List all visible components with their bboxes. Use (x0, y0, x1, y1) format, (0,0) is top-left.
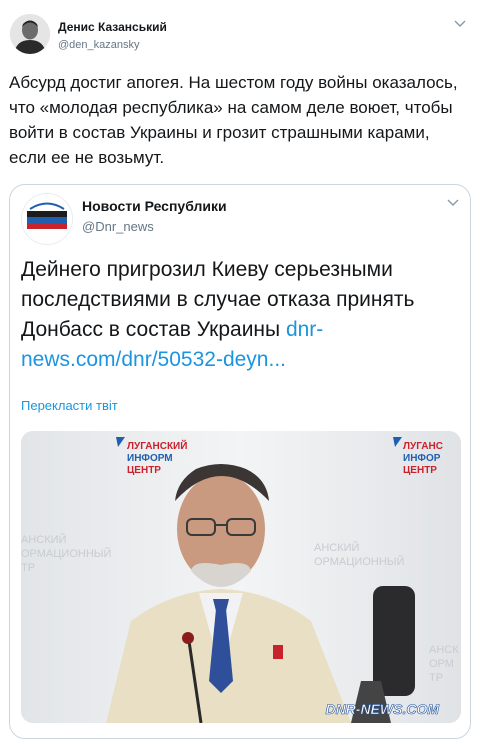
watermark-left-2: ОРМАЦИОННЫЙ (21, 547, 111, 560)
chair (373, 586, 415, 696)
watermark-left-3: ТР (21, 562, 35, 574)
quoted-author-name[interactable]: Новости Республики (82, 198, 227, 214)
quoted-tweet-text: Дейнего пригрозил Киеву серьезными после… (21, 255, 461, 375)
quoted-photo[interactable]: ЛУГАНСКИЙ ИНФОРМ ЦЕНТР ЛУГАНС ИНФОР ЦЕНТ… (21, 431, 461, 723)
dnr-logo-icon (22, 194, 72, 244)
quoted-author-handle[interactable]: @Dnr_news (82, 219, 154, 234)
watermark-right2-1: АНСК (429, 644, 459, 656)
tweet: Денис Казанський @den_kazansky Абсурд до… (0, 0, 477, 751)
tweet-text: Абсурд достиг апогея. На шестом году вой… (9, 73, 458, 167)
quoted-chevron-down-icon[interactable] (446, 195, 460, 209)
watermark-right-2: ОРМАЦИОННЫЙ (314, 555, 404, 568)
logo-left-line-3: ЦЕНТР (127, 465, 161, 476)
quoted-text-body: Дейнего пригрозил Киеву серьезными после… (21, 258, 415, 341)
watermark-site: DNR-NEWS.COM (325, 701, 439, 717)
logo-left-line-2: ИНФОРМ (127, 453, 173, 464)
translate-tweet-link[interactable]: Перекласти твіт (21, 398, 118, 413)
quoted-tweet[interactable]: Новости Республики @Dnr_news Дейнего при… (9, 184, 471, 739)
watermark-left-1: АНСКИЙ (21, 533, 66, 546)
press-conference-photo: ЛУГАНСКИЙ ИНФОРМ ЦЕНТР ЛУГАНС ИНФОР ЦЕНТ… (21, 431, 461, 723)
quoted-avatar[interactable] (21, 193, 73, 245)
logo-right-line-1: ЛУГАНС (403, 441, 443, 452)
author-avatar-image (10, 14, 50, 54)
logo-right-line-2: ИНФОР (403, 453, 441, 464)
watermark-right2-3: ТР (429, 672, 443, 684)
watermark-right-1: АНСКИЙ (314, 541, 359, 554)
author-name[interactable]: Денис Казанський (58, 20, 167, 34)
watermark-right2-2: ОРМ (429, 658, 454, 670)
chevron-down-icon[interactable] (453, 16, 467, 30)
microphone (182, 632, 194, 644)
author-avatar[interactable] (10, 14, 50, 54)
logo-left-line-1: ЛУГАНСКИЙ (127, 439, 187, 452)
author-handle[interactable]: @den_kazansky (58, 39, 140, 51)
lapel-badge (273, 645, 283, 659)
logo-right-line-3: ЦЕНТР (403, 465, 437, 476)
